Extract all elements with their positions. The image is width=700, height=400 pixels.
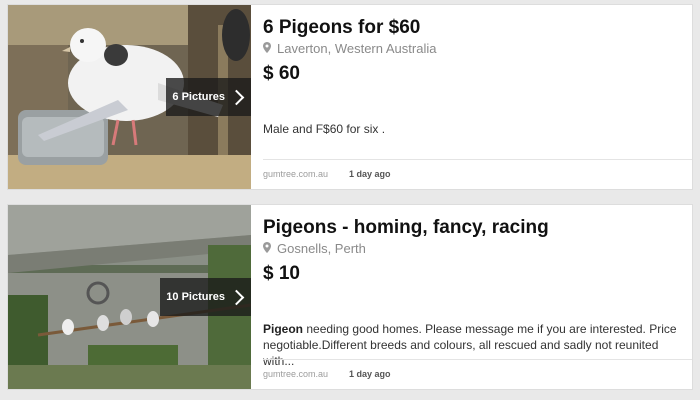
listing-photo[interactable]: 10 Pictures [8, 205, 251, 389]
pictures-badge[interactable]: 6 Pictures [166, 78, 251, 116]
location-text: Gosnells, Perth [277, 241, 366, 256]
listing-card[interactable]: 6 Pictures 6 Pigeons for $60 Laverton, W… [7, 4, 693, 190]
pictures-count: 6 Pictures [172, 91, 225, 103]
chevron-right-icon [228, 289, 245, 305]
map-pin-icon [263, 41, 271, 56]
divider [263, 159, 692, 160]
listing-title[interactable]: Pigeons - homing, fancy, racing [263, 217, 549, 239]
map-pin-icon [263, 241, 271, 256]
pictures-count: 10 Pictures [166, 291, 225, 303]
description-text: Male and F$60 for six . [263, 122, 386, 136]
description-highlight: Pigeon [263, 322, 304, 336]
listing-info: 6 Pigeons for $60 Laverton, Western Aust… [263, 5, 692, 189]
listing-location: Gosnells, Perth [263, 241, 366, 256]
listing-info: Pigeons - homing, fancy, racing Gosnells… [263, 205, 692, 389]
description-text: needing good homes. Please message me if… [263, 322, 677, 368]
listing-time: 1 day ago [349, 369, 391, 379]
listing-source: gumtree.com.au [263, 169, 329, 179]
listing-description: Male and F$60 for six . [263, 121, 678, 137]
pictures-badge[interactable]: 10 Pictures [160, 278, 251, 316]
listing-description: Pigeon needing good homes. Please messag… [263, 321, 678, 369]
listing-price: $ 60 [263, 63, 300, 84]
listing-location: Laverton, Western Australia [263, 41, 436, 56]
location-text: Laverton, Western Australia [277, 41, 437, 56]
chevron-right-icon [228, 89, 245, 105]
listing-photo[interactable]: 6 Pictures [8, 5, 251, 189]
listing-time: 1 day ago [349, 169, 391, 179]
listing-card[interactable]: 10 Pictures Pigeons - homing, fancy, rac… [7, 204, 693, 390]
listing-price: $ 10 [263, 263, 300, 284]
divider [263, 359, 692, 360]
listing-source: gumtree.com.au [263, 369, 329, 379]
listing-title[interactable]: 6 Pigeons for $60 [263, 17, 420, 39]
